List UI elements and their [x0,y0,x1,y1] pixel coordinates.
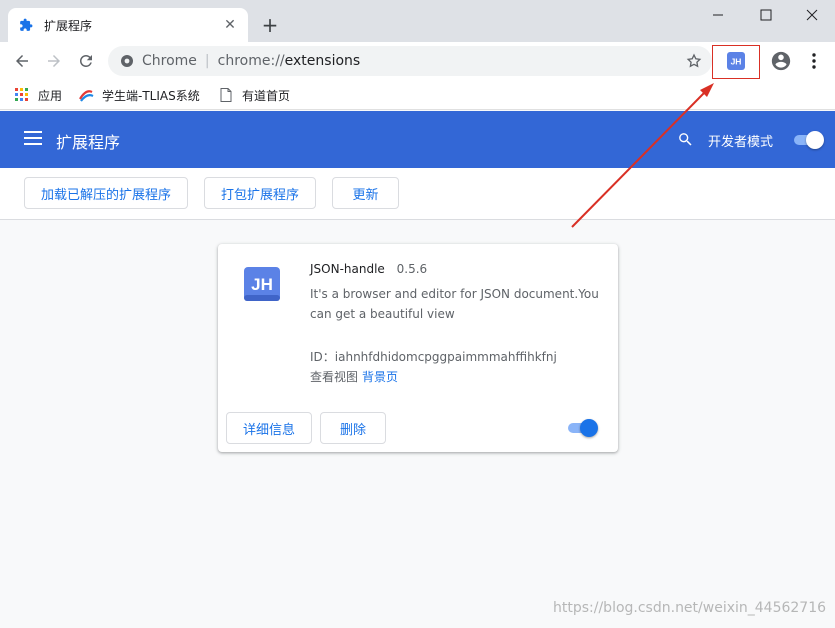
bookmark-apps[interactable]: 应用 [14,86,62,104]
pack-extension-button[interactable]: 打包扩展程序 [204,177,316,209]
profile-avatar-icon[interactable] [770,50,792,72]
developer-mode-label: 开发者模式 [708,135,774,150]
close-icon [806,9,818,21]
extension-id: ID：iahnhfdhidomcpggpaimmmahffihkfnj [310,350,557,364]
close-tab-icon[interactable]: ✕ [222,17,238,33]
json-handle-logo: JH [244,267,280,301]
json-handle-extension-button[interactable]: JH [727,52,745,70]
tab-title: 扩展程序 [44,18,93,33]
details-button[interactable]: 详细信息 [226,412,312,444]
bookmark-label: 应用 [38,88,63,103]
minimize-button[interactable] [698,4,738,26]
forward-button[interactable] [41,48,67,74]
back-button[interactable] [9,48,35,74]
update-button[interactable]: 更新 [332,177,399,209]
extension-name: JSON-handle [310,262,385,276]
views-label: 查看视图 [310,370,359,384]
extension-card: JH JSON-handle 0.5.6 It's a browser and … [218,244,618,452]
omnibox-scheme-label: Chrome [142,53,197,69]
reload-icon [80,55,92,67]
bookmark-youdao[interactable]: 有道首页 [218,86,290,104]
extension-description: It's a browser and editor for JSON docum… [310,287,599,321]
reload-button[interactable] [73,48,99,74]
page-icon [218,87,234,103]
watermark: https://blog.csdn.net/weixin_44562716 [553,600,827,616]
json-handle-logo-text: JH [251,275,273,294]
apps-grid-icon [14,87,30,103]
menu-icon[interactable] [24,131,42,147]
json-handle-icon: JH [727,52,745,70]
toggle-knob [806,131,824,149]
new-tab-button[interactable]: + [259,13,281,37]
omnibox-url-prefix: chrome:// [217,53,285,69]
developer-mode-toggle[interactable] [792,131,824,149]
extension-version: 0.5.6 [396,262,428,276]
browser-menu-button[interactable] [806,50,822,72]
extension-name-row: JSON-handle 0.5.6 [310,262,427,276]
minimize-icon [713,14,723,16]
json-handle-icon-text: JH [731,57,742,67]
toggle-knob [580,419,598,437]
tab-strip: 扩展程序 ✕ + [0,0,835,42]
more-vert-icon [812,53,816,69]
extensions-action-bar: 加载已解压的扩展程序 打包扩展程序 更新 [0,168,835,220]
bookmark-star-icon[interactable] [685,52,703,70]
address-bar[interactable]: Chrome | chrome:// extensions [108,46,712,76]
bookmark-label: 有道首页 [242,88,291,103]
search-icon[interactable] [677,131,695,149]
omnibox-url-path: extensions [284,53,361,69]
browser-toolbar: Chrome | chrome:// extensions [0,42,835,80]
remove-button[interactable]: 删除 [320,412,386,444]
maximize-icon [760,9,772,21]
arrow-left-icon [16,55,28,67]
background-page-link[interactable]: 背景页 [362,370,398,384]
chrome-logo-icon [120,54,134,68]
bookmark-tlias[interactable]: 学生端-TLIAS系统 [78,86,200,104]
puzzle-icon [18,17,34,33]
bookmarks-bar: 应用 学生端-TLIAS系统 有道首页 [0,80,835,110]
close-window-button[interactable] [792,4,832,26]
maximize-button[interactable] [746,4,786,26]
extension-enable-toggle[interactable] [566,419,598,437]
bookmark-label: 学生端-TLIAS系统 [102,88,200,103]
extensions-header: 扩展程序 开发者模式 [0,111,835,168]
page-title: 扩展程序 [56,133,121,152]
tab-extensions[interactable]: 扩展程序 ✕ [8,8,248,42]
extension-views: 查看视图 背景页 [310,368,398,385]
load-unpacked-button[interactable]: 加载已解压的扩展程序 [24,177,188,209]
omnibox-separator: | [204,53,210,69]
arrow-right-icon [48,55,60,67]
site-logo-icon [78,87,94,103]
